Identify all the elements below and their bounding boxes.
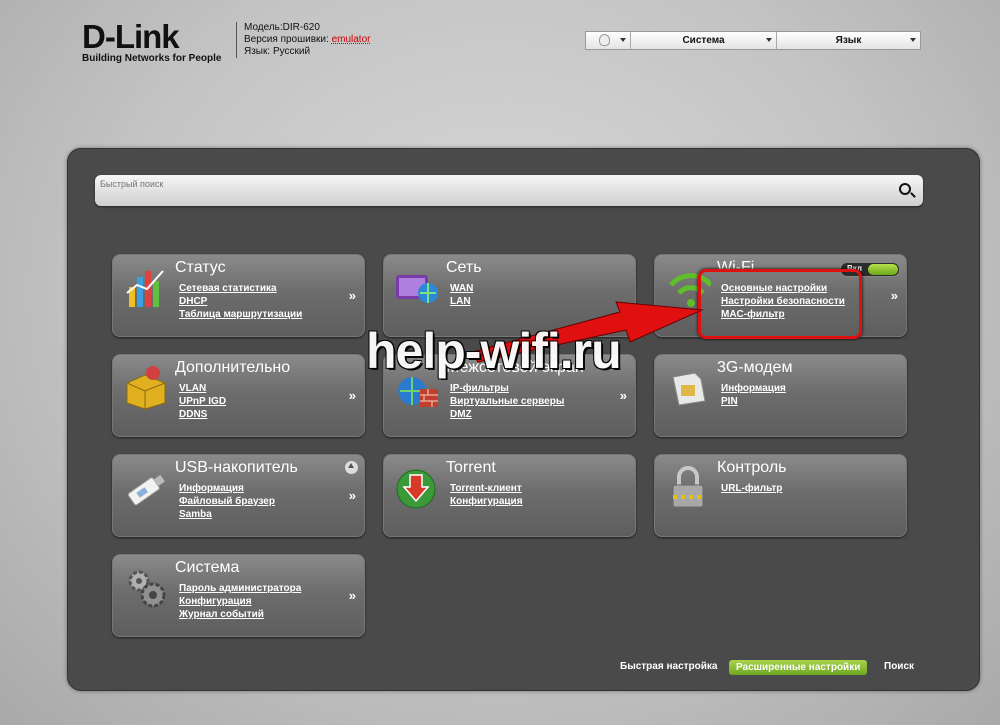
card-more-arrow[interactable]: » — [349, 488, 356, 503]
card-title: Сеть — [446, 259, 482, 276]
box-gear-icon — [126, 366, 166, 410]
link-upnp[interactable]: UPnP IGD — [179, 395, 226, 408]
sim-card-icon — [672, 372, 706, 406]
card-advanced: Дополнительно VLAN UPnP IGD DDNS » — [112, 354, 365, 437]
model-value: DIR-620 — [282, 22, 320, 33]
link-vlan[interactable]: VLAN — [179, 382, 226, 395]
bar-chart-icon — [126, 270, 164, 307]
card-title: USB-накопитель — [175, 459, 298, 476]
card-title: Система — [175, 559, 240, 576]
torrent-download-icon — [396, 469, 436, 509]
system-menu-dropdown[interactable]: Система — [631, 32, 777, 49]
logo-text: D-Link — [82, 18, 180, 55]
language-label: Язык: — [244, 46, 271, 57]
dlink-logo: D-Link Building Networks for People — [82, 18, 222, 64]
eject-icon[interactable] — [345, 461, 358, 474]
language-dropdown[interactable]: Язык — [777, 32, 920, 49]
language-menu-label: Язык — [835, 35, 862, 46]
card-system: Система Пароль администратора Конфигурац… — [112, 554, 365, 637]
card-title: Torrent — [446, 459, 496, 476]
usb-drive-icon — [127, 474, 165, 506]
search-icon[interactable] — [899, 183, 911, 195]
device-info: Модель:DIR-620 Версия прошивки: emulator… — [236, 22, 370, 58]
help-dropdown[interactable] — [586, 32, 631, 49]
model-label: Модель: — [244, 22, 283, 33]
advanced-settings-button[interactable]: Расширенные настройки — [729, 660, 868, 675]
link-samba[interactable]: Samba — [179, 508, 275, 521]
card-title: Статус — [175, 259, 226, 276]
footer-search-link[interactable]: Поиск — [884, 661, 914, 672]
padlock-icon — [672, 466, 704, 508]
link-dhcp[interactable]: DHCP — [179, 295, 302, 308]
link-event-log[interactable]: Журнал событий — [179, 608, 301, 621]
link-network-stats[interactable]: Сетевая статистика — [179, 282, 302, 295]
top-menu-bar: Система Язык — [585, 31, 921, 50]
quick-search-bar — [95, 175, 923, 206]
card-title: 3G-модем — [717, 359, 793, 376]
card-status: Статус Сетевая статистика DHCP Таблица м… — [112, 254, 365, 337]
card-usb-storage: USB-накопитель Информация Файловый брауз… — [112, 454, 365, 537]
card-more-arrow[interactable]: » — [349, 588, 356, 603]
link-usb-info[interactable]: Информация — [179, 482, 275, 495]
card-title: Контроль — [717, 459, 787, 476]
quick-search-input[interactable] — [100, 177, 880, 191]
card-title: Дополнительно — [175, 359, 291, 376]
card-more-arrow[interactable]: » — [891, 288, 898, 303]
chevron-down-icon — [910, 38, 916, 42]
link-ip-filters[interactable]: IP-фильтры — [450, 382, 564, 395]
toggle-knob — [868, 264, 898, 275]
firmware-link[interactable]: emulator — [332, 34, 371, 45]
card-more-arrow[interactable]: » — [349, 288, 356, 303]
lightbulb-icon — [599, 34, 610, 46]
link-torrent-config[interactable]: Конфигурация — [450, 495, 523, 508]
network-globe-icon — [396, 275, 438, 303]
link-configuration[interactable]: Конфигурация — [179, 595, 301, 608]
link-routing-table[interactable]: Таблица маршрутизации — [179, 308, 302, 321]
system-menu-label: Система — [682, 35, 725, 46]
card-control: Контроль URL-фильтр — [654, 454, 907, 537]
link-file-browser[interactable]: Файловый браузер — [179, 495, 275, 508]
quick-setup-link[interactable]: Быстрая настройка — [620, 661, 717, 672]
link-modem-info[interactable]: Информация — [721, 382, 786, 395]
firmware-label: Версия прошивки: — [244, 34, 329, 45]
link-virtual-servers[interactable]: Виртуальные серверы — [450, 395, 564, 408]
gears-icon — [128, 570, 166, 608]
card-more-arrow[interactable]: » — [620, 388, 627, 403]
highlight-box — [698, 269, 862, 339]
link-url-filter[interactable]: URL-фильтр — [721, 482, 782, 495]
link-admin-password[interactable]: Пароль администратора — [179, 582, 301, 595]
logo-tagline: Building Networks for People — [82, 53, 222, 64]
link-pin[interactable]: PIN — [721, 395, 786, 408]
link-ddns[interactable]: DDNS — [179, 408, 226, 421]
card-more-arrow[interactable]: » — [349, 388, 356, 403]
chevron-down-icon — [620, 38, 626, 42]
card-torrent: Torrent Torrent-клиент Конфигурация — [383, 454, 636, 537]
chevron-down-icon — [766, 38, 772, 42]
watermark: help-wifi.ru — [366, 323, 622, 379]
link-torrent-client[interactable]: Torrent-клиент — [450, 482, 523, 495]
link-dmz[interactable]: DMZ — [450, 408, 564, 421]
language-value: Русский — [272, 46, 311, 57]
